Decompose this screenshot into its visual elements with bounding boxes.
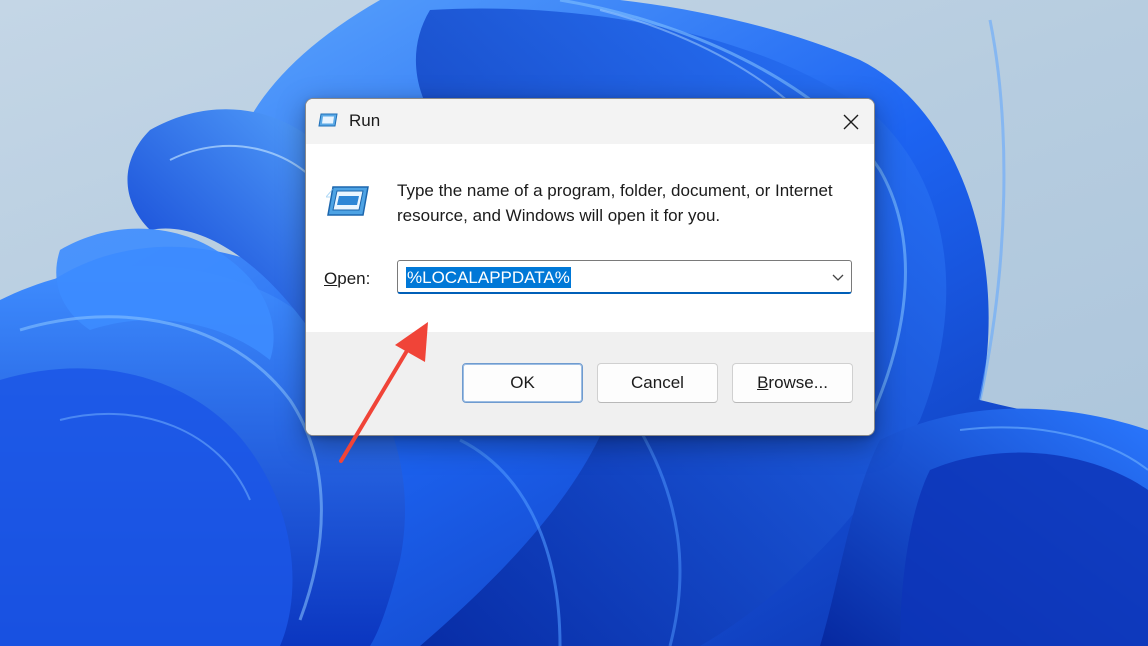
open-label: Open: <box>324 269 370 289</box>
open-input-value[interactable]: %LOCALAPPDATA% <box>406 267 571 288</box>
browse-button-label: rowse... <box>768 373 828 392</box>
run-app-icon <box>326 186 369 216</box>
title-bar[interactable]: Run <box>306 99 874 144</box>
dialog-footer: OK Cancel Browse... <box>306 332 874 435</box>
cancel-button-label: Cancel <box>631 373 684 392</box>
ok-button[interactable]: OK <box>462 363 583 403</box>
dialog-content: Type the name of a program, folder, docu… <box>306 144 874 332</box>
ok-button-label: OK <box>510 373 535 392</box>
browse-button-accelerator: B <box>757 373 769 392</box>
run-dialog: Run Type the name of a program, folder, … <box>305 98 875 436</box>
open-label-accelerator: O <box>324 269 338 288</box>
desktop: Run Type the name of a program, folder, … <box>0 0 1148 646</box>
close-button[interactable] <box>828 99 874 144</box>
close-icon <box>843 114 859 129</box>
chevron-down-icon[interactable] <box>831 270 845 284</box>
cancel-button[interactable]: Cancel <box>597 363 718 403</box>
open-label-text: pen: <box>337 269 371 288</box>
open-combobox[interactable]: %LOCALAPPDATA% <box>397 260 852 294</box>
run-app-icon <box>318 113 338 127</box>
browse-button[interactable]: Browse... <box>732 363 853 403</box>
dialog-title: Run <box>349 111 381 130</box>
dialog-description: Type the name of a program, folder, docu… <box>397 181 833 225</box>
